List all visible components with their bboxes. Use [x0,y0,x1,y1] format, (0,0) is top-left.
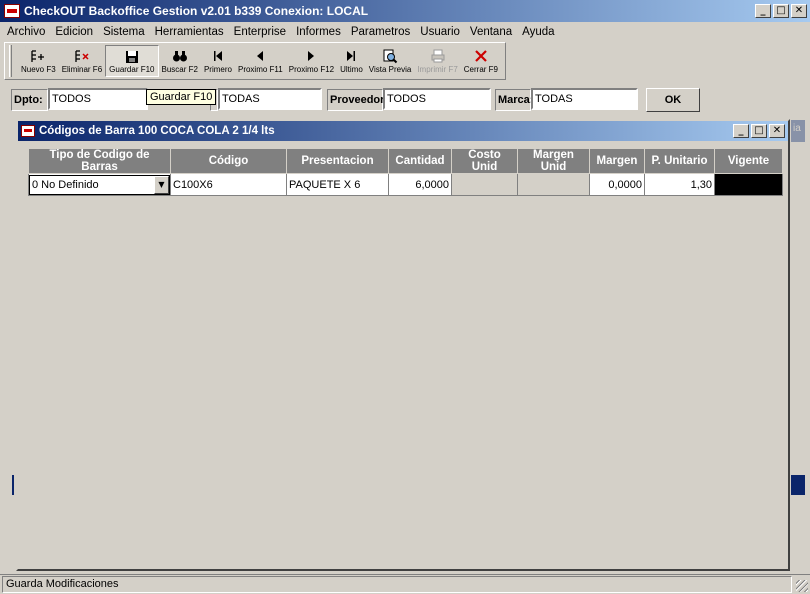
nuevo-button[interactable]: Nuevo F3 [18,45,59,77]
anterior-button[interactable]: Proximo F11 [235,45,286,77]
cerrar-label: Cerrar F9 [463,65,499,74]
close-window-button[interactable]: ✕ [791,4,807,18]
menu-sistema[interactable]: Sistema [98,26,150,38]
child-app-icon [21,125,35,137]
next-icon [302,47,320,65]
resize-grip[interactable] [796,580,808,592]
primero-button[interactable]: Primero [201,45,235,77]
tipo-combo[interactable]: 0 No Definido ▼ [29,174,170,195]
column-header-p-unitario[interactable]: P. Unitario [644,148,715,174]
app-titlebar: CheckOUT Backoffice Gestion v2.01 b339 C… [0,0,810,22]
buscar-label: Buscar F2 [161,65,198,74]
imprimir-label: Imprimir F7 [417,65,458,74]
barcodes-window: Códigos de Barra 100 COCA COLA 2 1/4 lts… [16,119,790,571]
child-maximize-button[interactable]: □ [751,124,767,138]
guardar-label: Guardar F10 [109,65,155,74]
menu-parametros[interactable]: Parametros [346,26,415,38]
new-icon [29,47,47,65]
ultimo-label: Ultimo [340,65,363,74]
menu-archivo[interactable]: Archivo [2,26,50,38]
delete-icon [73,47,91,65]
app-title: CheckOUT Backoffice Gestion v2.01 b339 C… [24,4,369,18]
column-header-codigo[interactable]: Código [170,148,287,174]
tipo-value: 0 No Definido [32,178,99,191]
menu-herramientas[interactable]: Herramientas [150,26,229,38]
dpto-field[interactable]: TODOS [48,88,148,110]
column-header-vigente[interactable]: Vigente [714,148,783,174]
background-window-left-fragment [12,475,14,495]
background-window-selection-fragment [791,475,805,495]
p-unitario-cell[interactable]: 1,30 [644,173,715,196]
status-bar: Guarda Modificaciones [0,574,810,594]
first-icon [209,47,227,65]
seccion-field[interactable]: TODAS [218,88,322,110]
background-window-edge: ia [791,120,805,572]
dpto-label: Dpto: [11,89,48,111]
ok-button[interactable]: OK [646,88,700,112]
menu-edicion[interactable]: Edicion [50,26,98,38]
proximo-f11-label: Proximo F11 [237,65,283,74]
column-header-margen-unid[interactable]: Margen Unid [517,148,590,174]
column-header-tipo[interactable]: Tipo de Codigo de Barras [28,148,171,174]
background-window-title-fragment: ia [791,120,805,142]
proveedor-field[interactable]: TODOS [383,88,491,110]
ultimo-button[interactable]: Ultimo [337,45,366,77]
margen-unid-cell [517,173,590,196]
siguiente-button[interactable]: Proximo F12 [286,45,337,77]
vista-previa-button[interactable]: Vista Previa [366,45,415,77]
barcodes-grid: Tipo de Codigo de Barras Código Presenta… [28,148,783,196]
prev-icon [251,47,269,65]
menu-ventana[interactable]: Ventana [465,26,517,38]
imprimir-button[interactable]: Imprimir F7 [414,45,460,77]
menu-ayuda[interactable]: Ayuda [517,26,559,38]
vigente-cell[interactable] [714,173,783,196]
marca-label: Marca: [495,89,533,111]
child-minimize-button[interactable]: _ [733,124,749,138]
column-header-cantidad[interactable]: Cantidad [388,148,452,174]
cerrar-button[interactable]: Cerrar F9 [461,45,501,77]
guardar-button[interactable]: Guardar F10 [105,45,159,77]
last-icon [342,47,360,65]
print-icon [429,47,447,65]
presentacion-cell[interactable]: PAQUETE X 6 [286,173,389,196]
vista-previa-label: Vista Previa [368,65,412,74]
toolbar: Nuevo F3 Eliminar F6 Guardar F10 Buscar … [4,42,507,80]
marca-field[interactable]: TODAS [531,88,638,110]
toolbar-grip[interactable] [9,45,12,77]
table-row[interactable]: 0 No Definido ▼ C100X6 PAQUETE X 6 6,000… [28,173,783,196]
column-header-margen[interactable]: Margen [589,148,645,174]
tooltip: Guardar F10 [146,89,217,105]
chevron-down-icon[interactable]: ▼ [154,175,169,194]
status-text: Guarda Modificaciones [2,576,792,593]
child-close-button[interactable]: ✕ [769,124,785,138]
cantidad-cell[interactable]: 6,0000 [388,173,452,196]
filter-bar: Dpto: TODOS : TODAS Proveedor: TODOS Mar… [0,84,810,116]
menu-informes[interactable]: Informes [291,26,346,38]
nuevo-label: Nuevo F3 [21,65,56,74]
preview-icon [381,47,399,65]
column-header-presentacion[interactable]: Presentacion [286,148,389,174]
save-icon [123,48,141,65]
eliminar-button[interactable]: Eliminar F6 [59,45,105,77]
costo-unid-cell [451,173,518,196]
app-icon [4,4,20,18]
menu-usuario[interactable]: Usuario [415,26,465,38]
binoculars-icon [171,47,189,65]
column-header-costo-unid[interactable]: Costo Unid [451,148,518,174]
menubar: Archivo Edicion Sistema Herramientas Ent… [0,22,810,41]
maximize-button[interactable]: □ [773,4,789,18]
primero-label: Primero [203,65,232,74]
menu-enterprise[interactable]: Enterprise [229,26,291,38]
close-icon [472,47,490,65]
barcodes-window-title: Códigos de Barra 100 COCA COLA 2 1/4 lts [39,125,275,137]
minimize-button[interactable]: _ [755,4,771,18]
proveedor-label: Proveedor: [327,89,388,111]
tipo-cell[interactable]: 0 No Definido ▼ [28,173,171,196]
barcodes-window-titlebar: Códigos de Barra 100 COCA COLA 2 1/4 lts… [18,121,788,141]
margen-cell[interactable]: 0,0000 [589,173,645,196]
codigo-cell[interactable]: C100X6 [170,173,287,196]
eliminar-label: Eliminar F6 [61,65,103,74]
buscar-button[interactable]: Buscar F2 [159,45,201,77]
proximo-f12-label: Proximo F12 [288,65,335,74]
